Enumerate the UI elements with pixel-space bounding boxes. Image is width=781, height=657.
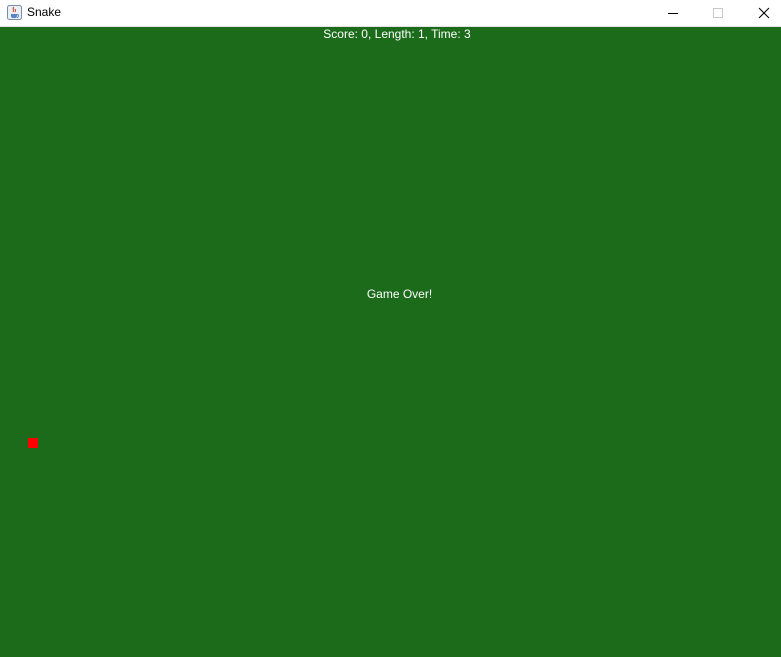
close-button[interactable]: [741, 0, 781, 26]
minimize-button[interactable]: [650, 0, 696, 26]
maximize-icon: [713, 8, 723, 18]
game-board[interactable]: Score: 0, Length: 1, Time: 3 Game Over!: [0, 27, 781, 657]
score-display: Score: 0, Length: 1, Time: 3: [323, 27, 471, 41]
window-title: Snake: [27, 5, 62, 19]
snake-window: Snake Score: 0, Length: 1, Time: 3 Game …: [0, 0, 781, 657]
game-over-message: Game Over!: [366, 287, 433, 301]
food-pellet: [28, 438, 38, 448]
minimize-icon: [668, 13, 678, 14]
java-cup-icon: [7, 5, 22, 20]
maximize-button[interactable]: [695, 0, 741, 26]
close-icon: [758, 7, 770, 19]
title-bar[interactable]: Snake: [0, 0, 781, 27]
